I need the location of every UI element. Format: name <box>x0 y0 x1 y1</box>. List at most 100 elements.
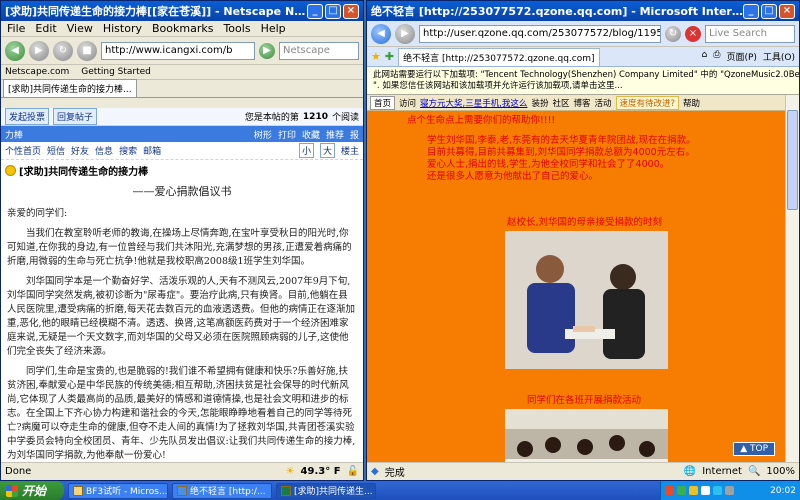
forward-icon[interactable]: ▶ <box>29 40 49 61</box>
ie-window: 绝不轻言 [http://253077572.qzone.qq.com] - M… <box>366 0 800 481</box>
start-button[interactable]: 开始 <box>0 481 64 500</box>
minimize-button[interactable]: _ <box>307 3 323 19</box>
menu-edit[interactable]: Edit <box>35 22 56 35</box>
close-button[interactable]: × <box>779 3 795 19</box>
taskbar-item-music[interactable]: BF3试听 - Micros... <box>68 482 168 499</box>
qz-community-link[interactable]: 社区 <box>552 97 569 109</box>
blog-line-4: 还是很多人愿意为他献出了自己的爱心。 <box>427 171 599 182</box>
page-menu[interactable]: 页面(P) <box>726 50 756 63</box>
nav-home[interactable]: 个性首页 <box>5 144 41 157</box>
menu-file[interactable]: File <box>7 22 25 35</box>
close-button[interactable]: × <box>343 3 359 19</box>
ie-tab[interactable]: 绝不轻言 [http://253077572.qzone.qq.com] <box>398 47 600 66</box>
forward-icon[interactable]: ▶ <box>395 23 415 44</box>
ns-menubar: File Edit View History Bookmarks Tools H… <box>1 21 363 37</box>
clock[interactable]: 20:02 <box>770 486 796 496</box>
nav-search[interactable]: 搜索 <box>119 144 137 157</box>
temperature: 49.3° F <box>300 466 341 477</box>
forum-toolbar: 发起投票 回复帖子 您是本帖的第 1210 个阅读 <box>1 108 363 126</box>
menu-history[interactable]: History <box>103 22 142 35</box>
ns-tab[interactable]: [求助]共同传递生命的接力棒... <box>3 79 137 97</box>
menu-bookmarks[interactable]: Bookmarks <box>152 22 213 35</box>
taskbar-item-ie[interactable]: 绝不轻言 [http:/... <box>172 482 272 499</box>
photo-caption-2: 同学们在各班开展捐款活动 <box>527 395 642 406</box>
refresh-icon[interactable]: ↻ <box>665 25 681 42</box>
nav-mail[interactable]: 邮箱 <box>143 144 161 157</box>
home-icon[interactable]: ⌂ <box>702 50 708 63</box>
add-favorite-icon[interactable]: ✚ <box>385 50 394 63</box>
link-tree[interactable]: 树形 <box>254 128 272 141</box>
blog-text: 学生刘华国,李泰,老,东莞有的去天华夏青年院团战,现在在捐款。 目前共募得,目前… <box>427 135 757 183</box>
volume-icon[interactable] <box>725 486 734 495</box>
qz-home-button[interactable]: 首页 <box>370 95 396 110</box>
blog-line-2: 目前共募得,目前共募集到,刘华国同学捐款总额为4000元左右。 <box>427 147 695 158</box>
link-recommend[interactable]: 推荐 <box>326 128 344 141</box>
post-paragraph-2: 刘华国同学本是一个勤奋好学、活泼乐观的人,天有不测风云,2007年9月下旬,刘华… <box>7 276 356 357</box>
link-report[interactable]: 报 <box>350 128 359 141</box>
font-small-button[interactable]: 小 <box>298 143 314 158</box>
nav-info[interactable]: 信息 <box>95 144 113 157</box>
go-icon[interactable]: ▶ <box>259 42 275 59</box>
tray-icon-4[interactable] <box>701 486 710 495</box>
tray-icon-1[interactable] <box>665 486 674 495</box>
ie-search-field[interactable]: Live Search <box>705 24 795 43</box>
zoom-icon[interactable]: 🔍 <box>748 466 760 477</box>
reload-icon[interactable]: ↻ <box>53 40 73 61</box>
print-icon[interactable]: ⎙ <box>713 50 720 63</box>
nav-friends[interactable]: 好友 <box>71 144 89 157</box>
favorites-star-icon[interactable]: ★ <box>371 50 381 63</box>
qz-help-link[interactable]: 帮助 <box>683 97 700 109</box>
tray-icon-3[interactable] <box>689 486 698 495</box>
ns-tabbar: [求助]共同传递生命的接力棒... <box>1 79 363 98</box>
ns-titlebar: [求助]共同传递生命的接力棒[[家在苍溪]] - Netscape Naviga… <box>1 1 363 21</box>
donation-photo-illustration <box>505 231 668 369</box>
vote-button[interactable]: 发起投票 <box>5 108 50 125</box>
minimize-button[interactable]: _ <box>743 3 759 19</box>
tools-menu[interactable]: 工具(O) <box>763 50 795 63</box>
ie-information-bar[interactable]: 此网站需要运行以下加载项: "Tencent Technology(Shenzh… <box>367 67 799 95</box>
ns-search-field[interactable]: Netscape <box>279 41 359 60</box>
qz-dressup-link[interactable]: 装扮 <box>531 97 548 109</box>
donation-photo <box>505 231 668 369</box>
maximize-button[interactable]: □ <box>325 3 341 19</box>
menu-help[interactable]: Help <box>261 22 286 35</box>
user-nav: 个性首页 短信 好友 信息 搜索 邮箱 小 大 楼主 <box>1 142 363 160</box>
ie-scrollbar-thumb[interactable] <box>787 110 798 210</box>
bookmark-netscape[interactable]: Netscape.com <box>5 67 69 77</box>
thread-bar: 力棒 树形 打印 收藏 推荐 报 <box>1 126 363 142</box>
reply-button[interactable]: 回复帖子 <box>53 108 98 125</box>
internet-globe-icon: 🌐 <box>683 466 697 477</box>
maximize-button[interactable]: □ <box>761 3 777 19</box>
back-icon[interactable]: ◀ <box>371 23 391 44</box>
taskbar-item-label: 绝不轻言 [http:/... <box>190 487 266 497</box>
ie-zoom[interactable]: 100% <box>766 466 795 477</box>
link-print[interactable]: 打印 <box>278 128 296 141</box>
taskbar-item-netscape[interactable]: [求助]共同传递生... <box>276 482 376 499</box>
qz-promo-link[interactable]: 寝方元大奖,三星手机,我这么 <box>420 97 527 109</box>
menu-view[interactable]: View <box>67 22 93 35</box>
nav-messages[interactable]: 短信 <box>47 144 65 157</box>
ie-toolbar: ◀ ▶ http://user.qzone.qq.com/253077572/b… <box>367 21 799 47</box>
ie-scrollbar[interactable] <box>785 95 799 462</box>
font-big-button[interactable]: 大 <box>319 143 335 158</box>
ie-address-bar[interactable]: http://user.qzone.qq.com/253077572/blog/… <box>419 24 661 43</box>
back-to-top-button[interactable]: ▲ TOP <box>733 442 775 456</box>
taskbar: 开始 BF3试听 - Micros... 绝不轻言 [http:/... [求助… <box>0 481 800 500</box>
link-favorite[interactable]: 收藏 <box>302 128 320 141</box>
qz-activity-link[interactable]: 活动 <box>594 97 611 109</box>
back-icon[interactable]: ◀ <box>5 40 25 61</box>
stop-icon[interactable]: ■ <box>77 40 97 61</box>
tray-icon-5[interactable] <box>713 486 722 495</box>
stop-icon[interactable]: × <box>685 25 701 42</box>
infobar-line-2: ". 如果您信任该网站和该加载项并允许运行该加载项,请单击这里... <box>373 81 623 91</box>
qz-blog-link[interactable]: 博客 <box>573 97 590 109</box>
ns-address-bar[interactable]: http://www.icangxi.com/b <box>101 41 255 60</box>
ie-zone: Internet <box>702 466 742 477</box>
netscape-window: [求助]共同传递生命的接力棒[[家在苍溪]] - Netscape Naviga… <box>0 0 364 481</box>
qz-speed-tip[interactable]: 速度有待改进? <box>615 95 680 110</box>
bookmark-getting-started[interactable]: Getting Started <box>81 67 151 77</box>
ns-toolbar: ◀ ▶ ↻ ■ http://www.icangxi.com/b ▶ Netsc… <box>1 37 363 65</box>
tray-icon-2[interactable] <box>677 486 686 495</box>
qz-visit-link[interactable]: 访问 <box>399 97 416 109</box>
menu-tools[interactable]: Tools <box>223 22 250 35</box>
